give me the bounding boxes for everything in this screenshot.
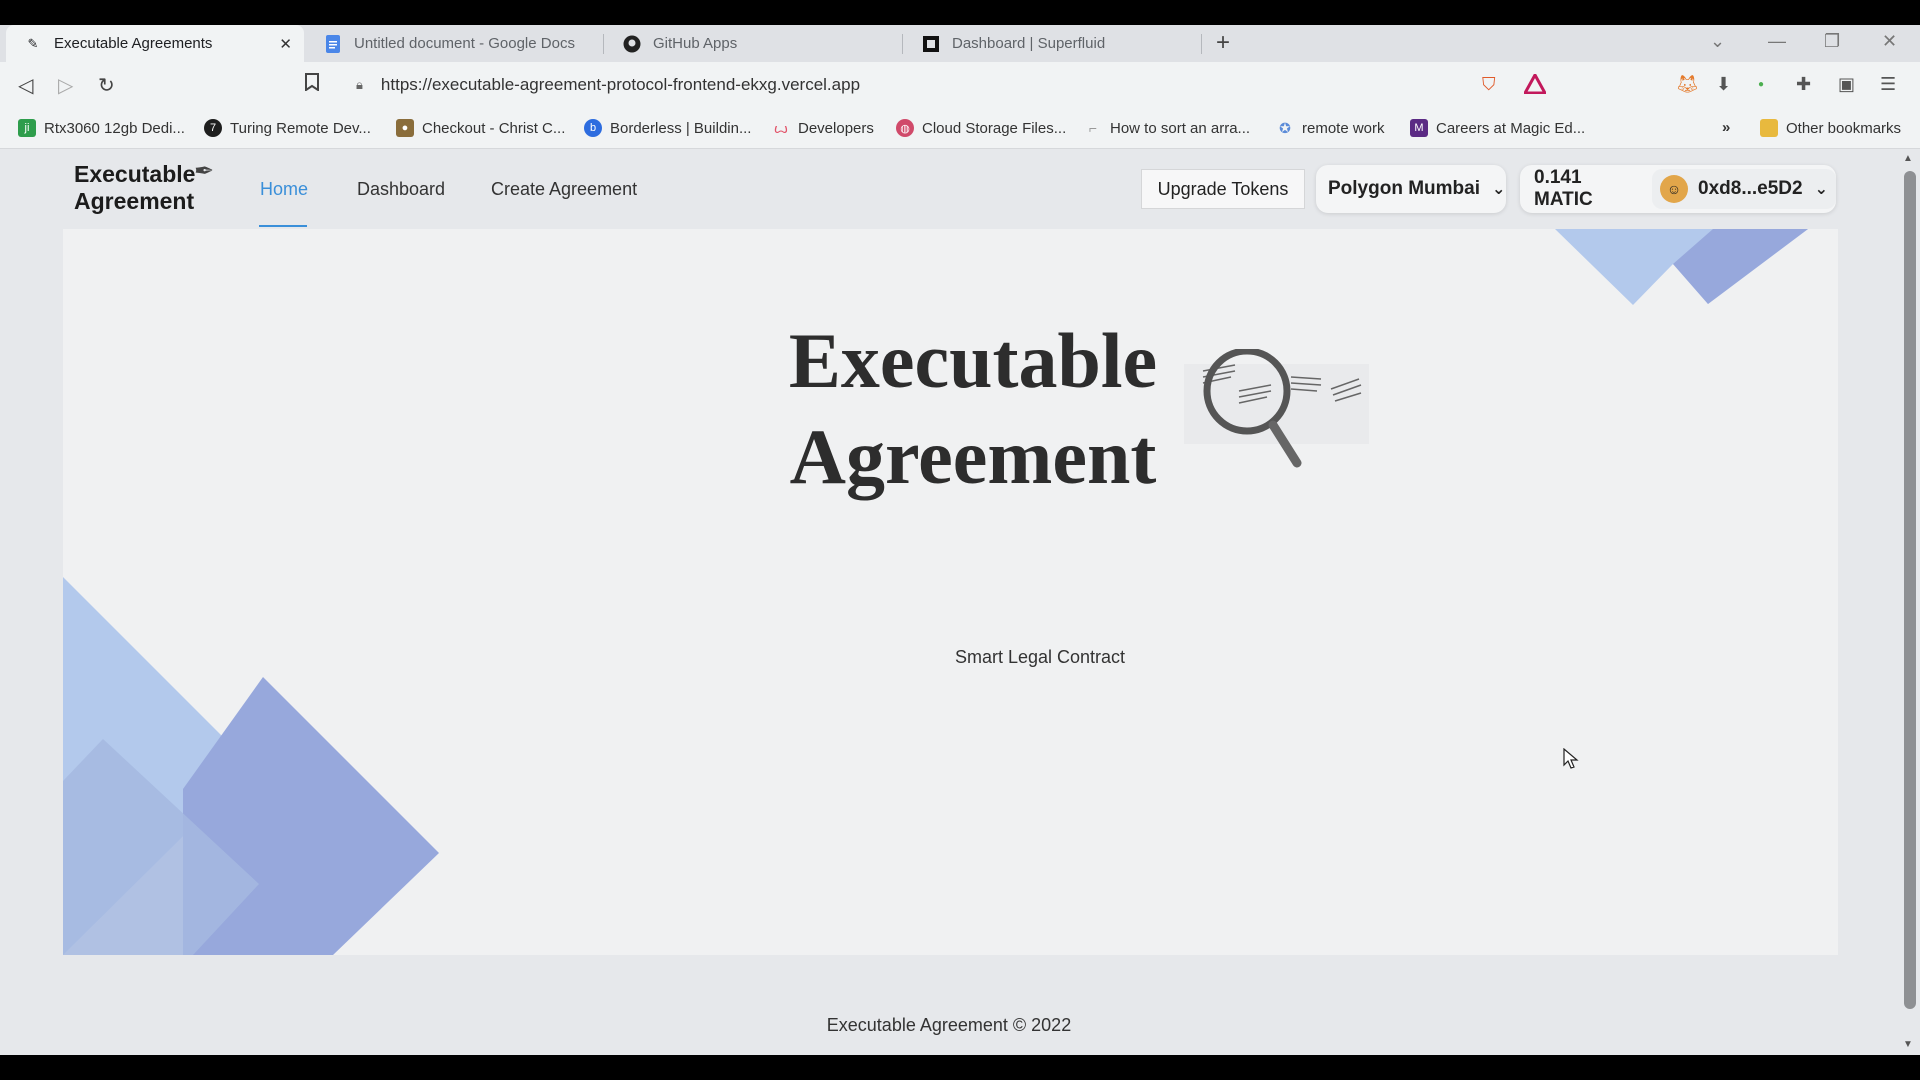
nav-dashboard[interactable]: Dashboard — [357, 179, 445, 200]
web-page: Executable Agreement ✒ Home Dashboard Cr… — [0, 149, 1898, 1055]
quill-pen-icon: ✒ — [194, 158, 215, 185]
balance-label: 0.141 MATIC — [1534, 167, 1593, 210]
avatar-icon: ☺ — [1660, 175, 1689, 203]
app-logo[interactable]: Executable Agreement — [74, 161, 195, 215]
chevron-down-icon: ⌄ — [1814, 181, 1828, 198]
brave-shield-icon[interactable]: ⛉ — [1482, 74, 1496, 95]
lock-icon: 🔒︎ — [356, 77, 363, 92]
account-button[interactable]: 0.141 MATIC ☺ 0xd8...e5D2 ⌄ — [1520, 165, 1836, 213]
url-text: https://executable-agreement-protocol-fr… — [380, 75, 861, 94]
minimize-icon[interactable]: — — [1768, 31, 1786, 52]
magnifier-illustration-icon — [1184, 349, 1369, 468]
chevron-down-icon: ⌄ — [1492, 181, 1506, 198]
bookmark-favicon-icon: ꙍ — [773, 119, 789, 136]
forward-icon[interactable]: ▷ — [58, 73, 73, 98]
bookmark-item[interactable]: ji Rtx3060 12gb Dedi... — [18, 119, 185, 137]
more-bookmarks-chevron[interactable]: » — [1722, 119, 1730, 136]
new-tab-plus-icon[interactable]: + — [1216, 29, 1230, 57]
bookmark-favicon-icon: ● — [396, 119, 414, 137]
menu-icon[interactable]: ☰ — [1880, 74, 1896, 95]
extensions-puzzle-icon[interactable]: ✚ — [1796, 74, 1811, 95]
account-chip[interactable]: ☺ 0xd8...e5D2 ⌄ — [1652, 169, 1836, 209]
bookmark-item[interactable]: b Borderless | Buildin... — [584, 119, 751, 137]
browser-toolbar: ◁ ▷ ↻ 🔒︎ https://executable-agreement-pr… — [0, 62, 1920, 108]
superfluid-icon — [922, 35, 940, 53]
folder-icon — [1760, 119, 1778, 137]
nav-active-indicator — [259, 225, 307, 227]
browser-chrome: ✎ Executable Agreements ✕ Untitled docum… — [0, 25, 1920, 149]
tab-github-apps[interactable]: GitHub Apps — [605, 25, 901, 62]
docs-icon — [324, 34, 342, 53]
address-bar[interactable]: 🔒︎ https://executable-agreement-protocol… — [342, 67, 1472, 103]
bookmarks-bar: ji Rtx3060 12gb Dedi... 7 Turing Remote De… — [0, 108, 1920, 149]
bookmark-item[interactable]: M Careers at Magic Ed... — [1410, 119, 1585, 137]
scroll-down-icon[interactable]: ▼ — [1903, 1039, 1913, 1050]
tab-label: Untitled document - Google Docs — [354, 35, 575, 52]
tab-divider — [902, 34, 903, 54]
network-label: Polygon Mumbai — [1328, 178, 1480, 199]
bookmark-favicon-icon: ⌐ — [1088, 120, 1098, 136]
bookmark-item[interactable]: ꙍ Developers — [772, 119, 874, 137]
tab-divider — [1201, 34, 1202, 54]
bookmark-item[interactable]: ◍ Cloud Storage Files... — [896, 119, 1066, 137]
screen: ✎ Executable Agreements ✕ Untitled docum… — [0, 0, 1920, 1080]
network-selector[interactable]: Polygon Mumbai ⌄ — [1316, 165, 1506, 213]
tab-strip: ✎ Executable Agreements ✕ Untitled docum… — [0, 25, 1920, 62]
bookmark-favicon-icon: M — [1410, 119, 1428, 137]
bookmark-item[interactable]: ✪ remote work — [1276, 119, 1384, 137]
bookmark-favicon-icon: 7 — [204, 119, 222, 137]
tab-label: Dashboard | Superfluid — [952, 35, 1106, 52]
account-address: 0xd8...e5D2 — [1698, 178, 1803, 199]
bookmark-favicon-icon: ✪ — [1279, 119, 1291, 136]
close-icon[interactable]: ✕ — [279, 35, 292, 53]
window-close-icon[interactable]: ✕ — [1882, 31, 1897, 52]
bookmark-favicon-icon: b — [584, 119, 602, 137]
status-dot-icon[interactable]: ● — [1758, 79, 1764, 90]
nav-create-agreement[interactable]: Create Agreement — [491, 179, 637, 200]
tab-label: Executable Agreements — [54, 35, 213, 52]
page-scrollbar[interactable]: ▲ ▼ — [1898, 149, 1920, 1055]
wallet-icon[interactable]: ▣ — [1838, 74, 1855, 95]
restore-icon[interactable]: ❐ — [1824, 31, 1840, 52]
download-extension-icon[interactable]: ⬇ — [1716, 74, 1731, 95]
bookmark-item[interactable]: ⌐ How to sort an arra... — [1084, 119, 1250, 137]
bookmark-icon[interactable] — [304, 73, 320, 97]
tab-executable-agreements[interactable]: ✎ Executable Agreements ✕ — [6, 25, 304, 62]
footer-text: Executable Agreement © 2022 — [826, 1015, 1072, 1035]
nav-home[interactable]: Home — [260, 179, 308, 200]
scroll-up-icon[interactable]: ▲ — [1903, 153, 1913, 164]
mouse-cursor-icon — [1563, 748, 1579, 769]
upgrade-tokens-button[interactable]: Upgrade Tokens — [1141, 169, 1305, 209]
tab-superfluid[interactable]: Dashboard | Superfluid — [904, 25, 1200, 62]
github-icon — [623, 35, 641, 53]
tab-divider — [603, 34, 604, 54]
page-icon: ✎ — [27, 35, 39, 51]
scrollbar-thumb[interactable] — [1904, 171, 1916, 1009]
bookmark-item[interactable]: 7 Turing Remote Dev... — [204, 119, 371, 137]
bookmark-favicon-icon: ji — [18, 119, 36, 137]
tab-search-chevron-icon[interactable]: ⌄ — [1710, 31, 1725, 52]
bookmark-item[interactable]: ● Checkout - Christ C... — [396, 119, 565, 137]
reload-icon[interactable]: ↻ — [98, 73, 115, 98]
tab-google-docs[interactable]: Untitled document - Google Docs — [306, 25, 602, 62]
back-icon[interactable]: ◁ — [18, 73, 33, 98]
bookmark-favicon-icon: ◍ — [896, 119, 914, 137]
hero-subtitle: Smart Legal Contract — [954, 647, 1126, 667]
tab-label: GitHub Apps — [653, 35, 738, 52]
other-bookmarks[interactable]: Other bookmarks — [1760, 119, 1901, 137]
app-navbar: Executable Agreement ✒ Home Dashboard Cr… — [0, 149, 1898, 229]
metamask-icon[interactable]: 🦊︎ — [1676, 74, 1699, 95]
brave-rewards-icon[interactable] — [1522, 71, 1548, 99]
hero-section: Executable Agreement Smart Legal Contrac… — [63, 229, 1838, 955]
